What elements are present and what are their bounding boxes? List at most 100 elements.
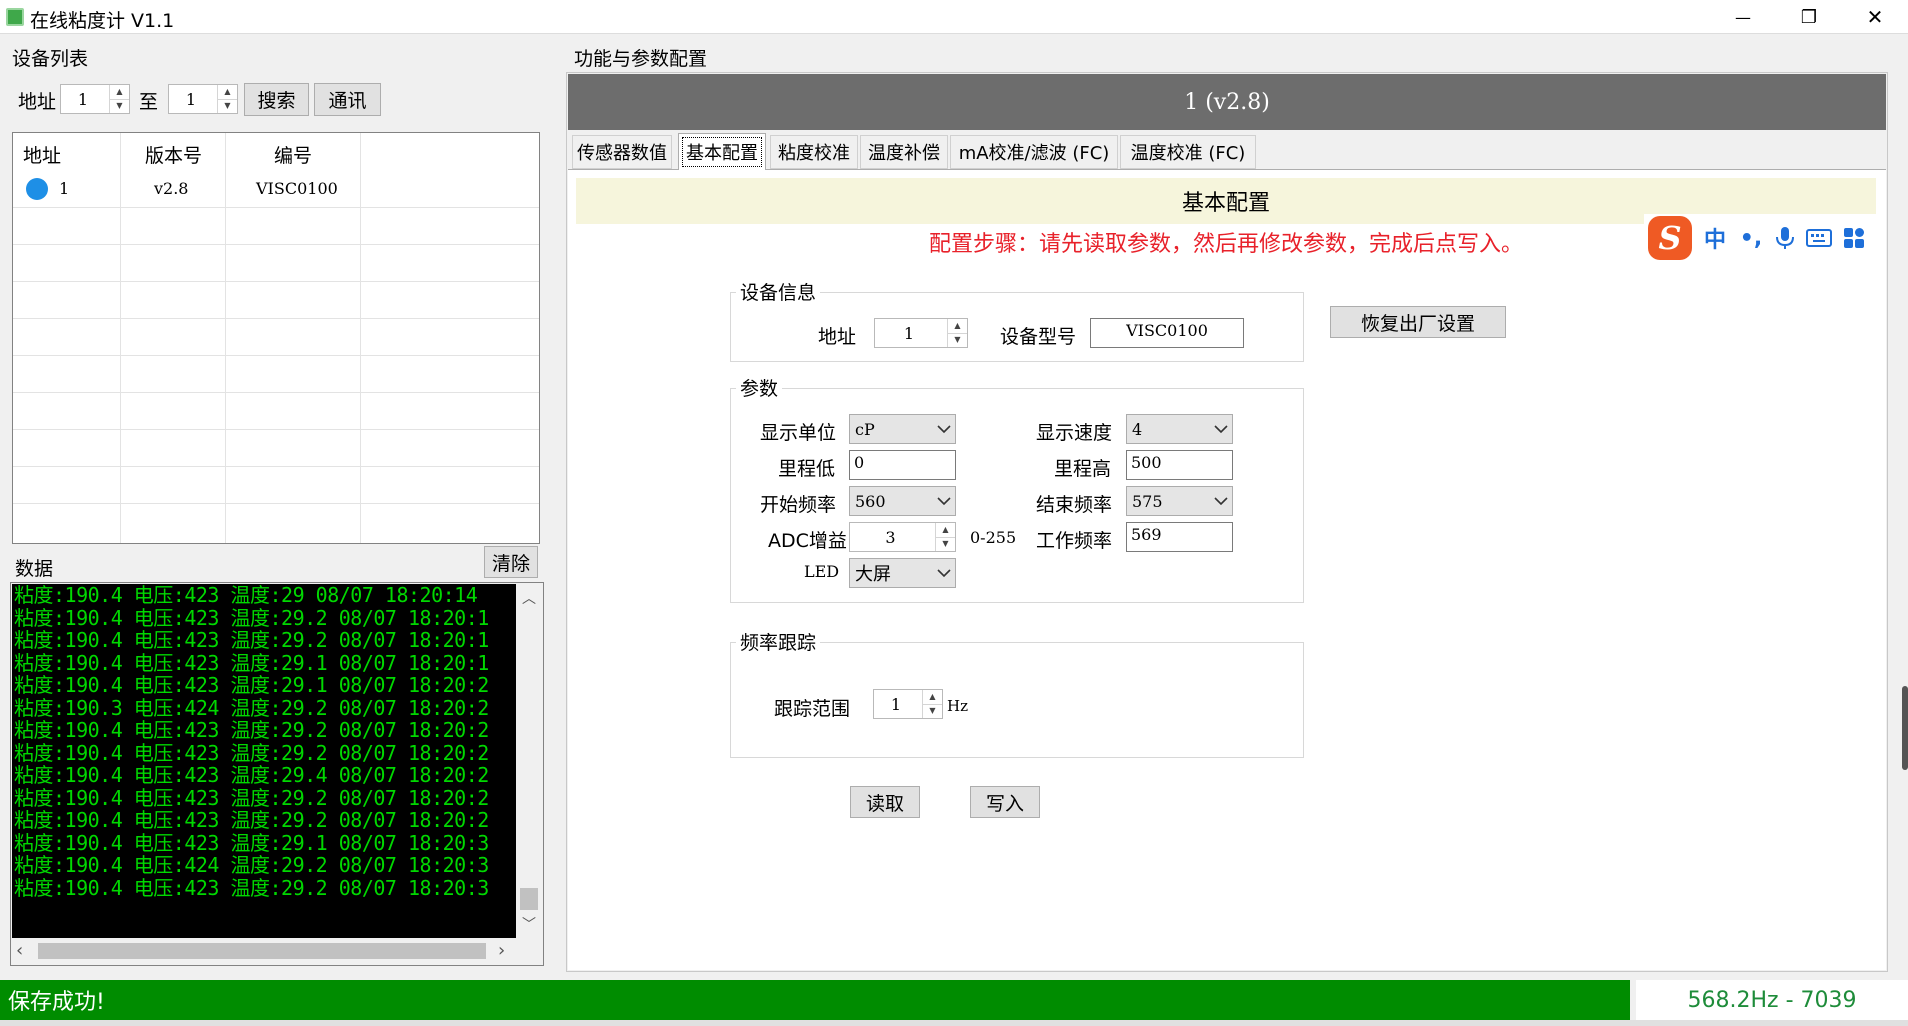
to-label: 至 <box>139 91 159 113</box>
tab-viscosity-calibration[interactable]: 粘度校准 <box>770 135 858 169</box>
log-line: 粘度:190.4 电压:423 温度:29.2 08/07 18:20:2 <box>14 808 489 832</box>
device-address-label: 地址 <box>818 326 857 348</box>
display-unit-select[interactable]: cP <box>849 414 956 444</box>
led-label: LED <box>804 562 840 581</box>
tab-temperature-calibration[interactable]: 温度校准 (FC) <box>1120 135 1256 169</box>
end-frequency-select[interactable]: 575 <box>1126 486 1233 516</box>
row-serial: VISC0100 <box>256 179 338 198</box>
console-horizontal-scrollbar[interactable]: ‹ › <box>12 938 516 964</box>
parameters-legend: 参数 <box>736 374 783 401</box>
column-header-version[interactable]: 版本号 <box>145 141 202 168</box>
ime-toolbar[interactable]: S 中 •, <box>1644 214 1880 262</box>
search-button[interactable]: 搜索 <box>244 83 309 116</box>
frequency-readout: 568.2Hz - 7039 <box>1636 980 1908 1020</box>
spin-down-icon[interactable]: ▼ <box>218 98 237 114</box>
ime-punctuation-icon[interactable]: •, <box>1738 226 1764 251</box>
tab-basic-config[interactable]: 基本配置 <box>678 133 766 170</box>
device-info-legend: 设备信息 <box>736 278 821 305</box>
read-button[interactable]: 读取 <box>850 786 920 818</box>
log-line: 粘度:190.4 电压:423 温度:29.1 08/07 18:20:3 <box>14 830 489 855</box>
data-console[interactable]: 粘度:190.4 电压:423 温度:29 08/07 18:20:14 粘度:1… <box>12 584 516 938</box>
device-address-value: 1 <box>903 323 915 343</box>
tab-temperature-compensation[interactable]: 温度补偿 <box>860 135 948 169</box>
column-header-address[interactable]: 地址 <box>23 141 61 168</box>
minimize-button[interactable]: — <box>1710 0 1776 34</box>
range-low-label: 里程低 <box>778 458 836 480</box>
clear-button[interactable]: 清除 <box>484 546 538 578</box>
ime-logo-icon[interactable]: S <box>1648 216 1692 260</box>
scroll-down-icon[interactable]: ﹀ <box>516 914 542 934</box>
spin-down-icon[interactable]: ▼ <box>936 536 955 552</box>
status-dot-icon <box>26 178 48 200</box>
tab-sensor-values[interactable]: 传感器数值 <box>572 135 672 169</box>
log-line: 粘度:190.4 电压:423 温度:29.2 08/07 18:20:1 <box>14 628 489 652</box>
spin-up-icon[interactable]: ▲ <box>948 319 967 333</box>
scrollbar-thumb[interactable] <box>520 888 538 910</box>
restore-button[interactable]: ❐ <box>1776 0 1842 34</box>
start-frequency-label: 开始频率 <box>760 494 837 516</box>
spin-down-icon[interactable]: ▼ <box>110 98 129 114</box>
range-high-label: 里程高 <box>1054 458 1112 480</box>
chevron-down-icon <box>1210 496 1232 506</box>
device-address-stepper[interactable]: 1 ▲ ▼ <box>874 318 968 348</box>
scroll-up-icon[interactable]: ︿ <box>516 588 542 608</box>
device-model-field[interactable]: VISC0100 <box>1090 318 1244 348</box>
communicate-button[interactable]: 通讯 <box>314 83 381 116</box>
device-model-label: 设备型号 <box>1000 326 1077 348</box>
log-line: 粘度:190.4 电压:423 温度:29.2 08/07 18:20:2 <box>14 785 489 810</box>
close-button[interactable]: ✕ <box>1842 0 1908 34</box>
start-frequency-select[interactable]: 560 <box>849 486 956 516</box>
adc-gain-label: ADC增益 <box>768 530 847 552</box>
ime-mode-icon[interactable]: 中 <box>1702 222 1728 254</box>
adc-gain-value: 3 <box>885 527 896 547</box>
chevron-down-icon <box>933 424 955 434</box>
range-low-field[interactable]: 0 <box>849 450 956 480</box>
frequency-tracking-legend: 频率跟踪 <box>736 628 821 655</box>
app-icon <box>6 8 24 26</box>
factory-reset-button[interactable]: 恢复出厂设置 <box>1330 306 1506 338</box>
config-section-title: 功能与参数配置 <box>574 48 708 70</box>
chevron-down-icon <box>1210 424 1232 434</box>
device-table[interactable]: 地址 版本号 编号 1 v2.8 VISC0100 <box>12 132 540 544</box>
keyboard-icon[interactable] <box>1806 228 1832 248</box>
range-high-field[interactable]: 500 <box>1126 450 1233 480</box>
spin-up-icon[interactable]: ▲ <box>936 523 955 537</box>
data-title: 数据 <box>15 558 54 580</box>
apps-grid-icon[interactable] <box>1842 226 1866 250</box>
spin-down-icon[interactable]: ▼ <box>923 703 942 719</box>
address-to-value: 1 <box>185 89 197 109</box>
scroll-left-icon[interactable]: ‹ <box>16 940 23 961</box>
log-line: 粘度:190.4 电压:424 温度:29.2 08/07 18:20:3 <box>14 853 489 877</box>
log-line: 粘度:190.4 电压:423 温度:29.2 08/07 18:20:2 <box>14 718 489 742</box>
side-scroll-handle[interactable] <box>1902 686 1908 770</box>
microphone-icon[interactable] <box>1774 225 1796 251</box>
display-speed-select[interactable]: 4 <box>1126 414 1233 444</box>
spin-down-icon[interactable]: ▼ <box>948 332 967 348</box>
scrollbar-thumb[interactable] <box>38 943 486 959</box>
spin-up-icon[interactable]: ▲ <box>110 85 129 99</box>
display-unit-label: 显示单位 <box>760 422 837 444</box>
column-header-serial[interactable]: 编号 <box>274 141 312 168</box>
device-list-title: 设备列表 <box>12 48 89 70</box>
work-frequency-field[interactable]: 569 <box>1126 522 1233 552</box>
row-address: 1 <box>59 179 70 198</box>
table-row[interactable]: 1 v2.8 VISC0100 <box>13 170 539 207</box>
tracking-range-stepper[interactable]: 1 ▲ ▼ <box>873 689 943 719</box>
status-message: 保存成功! <box>0 980 1630 1020</box>
log-line: 粘度:190.3 电压:424 温度:29.2 08/07 18:20:2 <box>14 695 489 720</box>
display-speed-label: 显示速度 <box>1036 422 1113 444</box>
adc-gain-stepper[interactable]: 3 ▲ ▼ <box>849 522 956 552</box>
address-to-stepper[interactable]: 1 ▲ ▼ <box>168 84 238 114</box>
write-button[interactable]: 写入 <box>970 786 1040 818</box>
scroll-right-icon[interactable]: › <box>498 940 505 961</box>
console-vertical-scrollbar[interactable]: ︿ ﹀ <box>516 584 542 938</box>
spin-up-icon[interactable]: ▲ <box>923 690 942 704</box>
led-select[interactable]: 大屏 <box>849 558 956 588</box>
spin-up-icon[interactable]: ▲ <box>218 85 237 99</box>
log-line: 粘度:190.4 电压:423 温度:29.2 08/07 18:20:1 <box>14 605 489 630</box>
tracking-range-unit: Hz <box>947 697 968 715</box>
tab-ma-calibration[interactable]: mA校准/滤波 (FC) <box>950 135 1118 169</box>
log-line: 粘度:190.4 电压:423 温度:29 08/07 18:20:14 <box>14 584 478 607</box>
address-from-stepper[interactable]: 1 ▲ ▼ <box>60 84 130 114</box>
log-line: 粘度:190.4 电压:423 温度:29.2 08/07 18:20:3 <box>14 875 489 900</box>
